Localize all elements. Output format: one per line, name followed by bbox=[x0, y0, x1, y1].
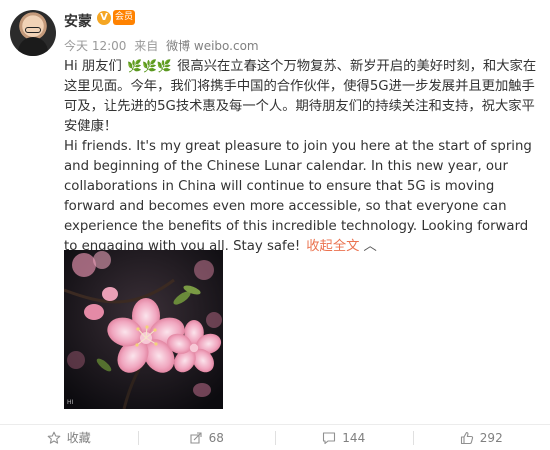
post-body: Hi 朋友们 🌿🌿🌿 很高兴在立春这个万物复苏、新岁开启的美好时刻，和大家在这里… bbox=[64, 56, 540, 257]
comment-button[interactable]: 144 bbox=[275, 425, 413, 450]
post-source[interactable]: 微博 weibo.com bbox=[166, 39, 259, 53]
post-photo[interactable]: HI bbox=[64, 250, 223, 409]
post-time[interactable]: 今天 12:00 bbox=[64, 39, 126, 53]
collapse-full-text-link[interactable]: 收起全文 ︿ bbox=[306, 239, 376, 254]
verified-icon[interactable]: V bbox=[97, 11, 111, 25]
english-body-text: Hi friends. It's my great pleasure to jo… bbox=[64, 139, 532, 254]
repost-count: 68 bbox=[208, 430, 224, 445]
repost-button[interactable]: 68 bbox=[137, 425, 276, 450]
vip-badge-icon[interactable]: 会员 bbox=[113, 10, 135, 25]
comment-count: 144 bbox=[342, 430, 366, 445]
favorite-label: 收藏 bbox=[66, 431, 91, 445]
repost-icon bbox=[189, 431, 203, 445]
post-text-english: Hi friends. It's my great pleasure to jo… bbox=[64, 137, 540, 257]
thumbs-up-icon bbox=[460, 431, 474, 445]
chevron-up-icon: ︿ bbox=[363, 239, 377, 254]
post-text-chinese: Hi 朋友们 🌿🌿🌿 很高兴在立春这个万物复苏、新岁开启的美好时刻，和大家在这里… bbox=[64, 56, 540, 137]
avatar-glasses bbox=[25, 27, 41, 33]
comment-icon bbox=[322, 431, 336, 445]
star-icon bbox=[47, 431, 61, 445]
post-action-bar: 收藏 68 144 292 bbox=[0, 425, 550, 450]
author-name[interactable]: 安蒙 bbox=[64, 11, 92, 31]
source-prefix: 来自 bbox=[134, 39, 159, 53]
like-count: 292 bbox=[479, 430, 503, 445]
photo-watermark: HI bbox=[67, 399, 74, 406]
cherry-blossom-image bbox=[64, 250, 223, 409]
favorite-button[interactable]: 收藏 bbox=[0, 425, 138, 450]
post-meta: 今天 12:00 来自 微博 weibo.com bbox=[64, 37, 263, 54]
greeting-text: Hi 朋友们 bbox=[64, 59, 122, 74]
like-button[interactable]: 292 bbox=[412, 425, 550, 450]
weibo-post-card: 安蒙 V 会员 今天 12:00 来自 微博 weibo.com Hi 朋友们 … bbox=[0, 0, 550, 450]
collapse-label: 收起全文 bbox=[306, 239, 360, 254]
author-avatar[interactable] bbox=[10, 10, 56, 56]
bamboo-emoji-icon: 🌿🌿🌿 bbox=[127, 59, 172, 73]
